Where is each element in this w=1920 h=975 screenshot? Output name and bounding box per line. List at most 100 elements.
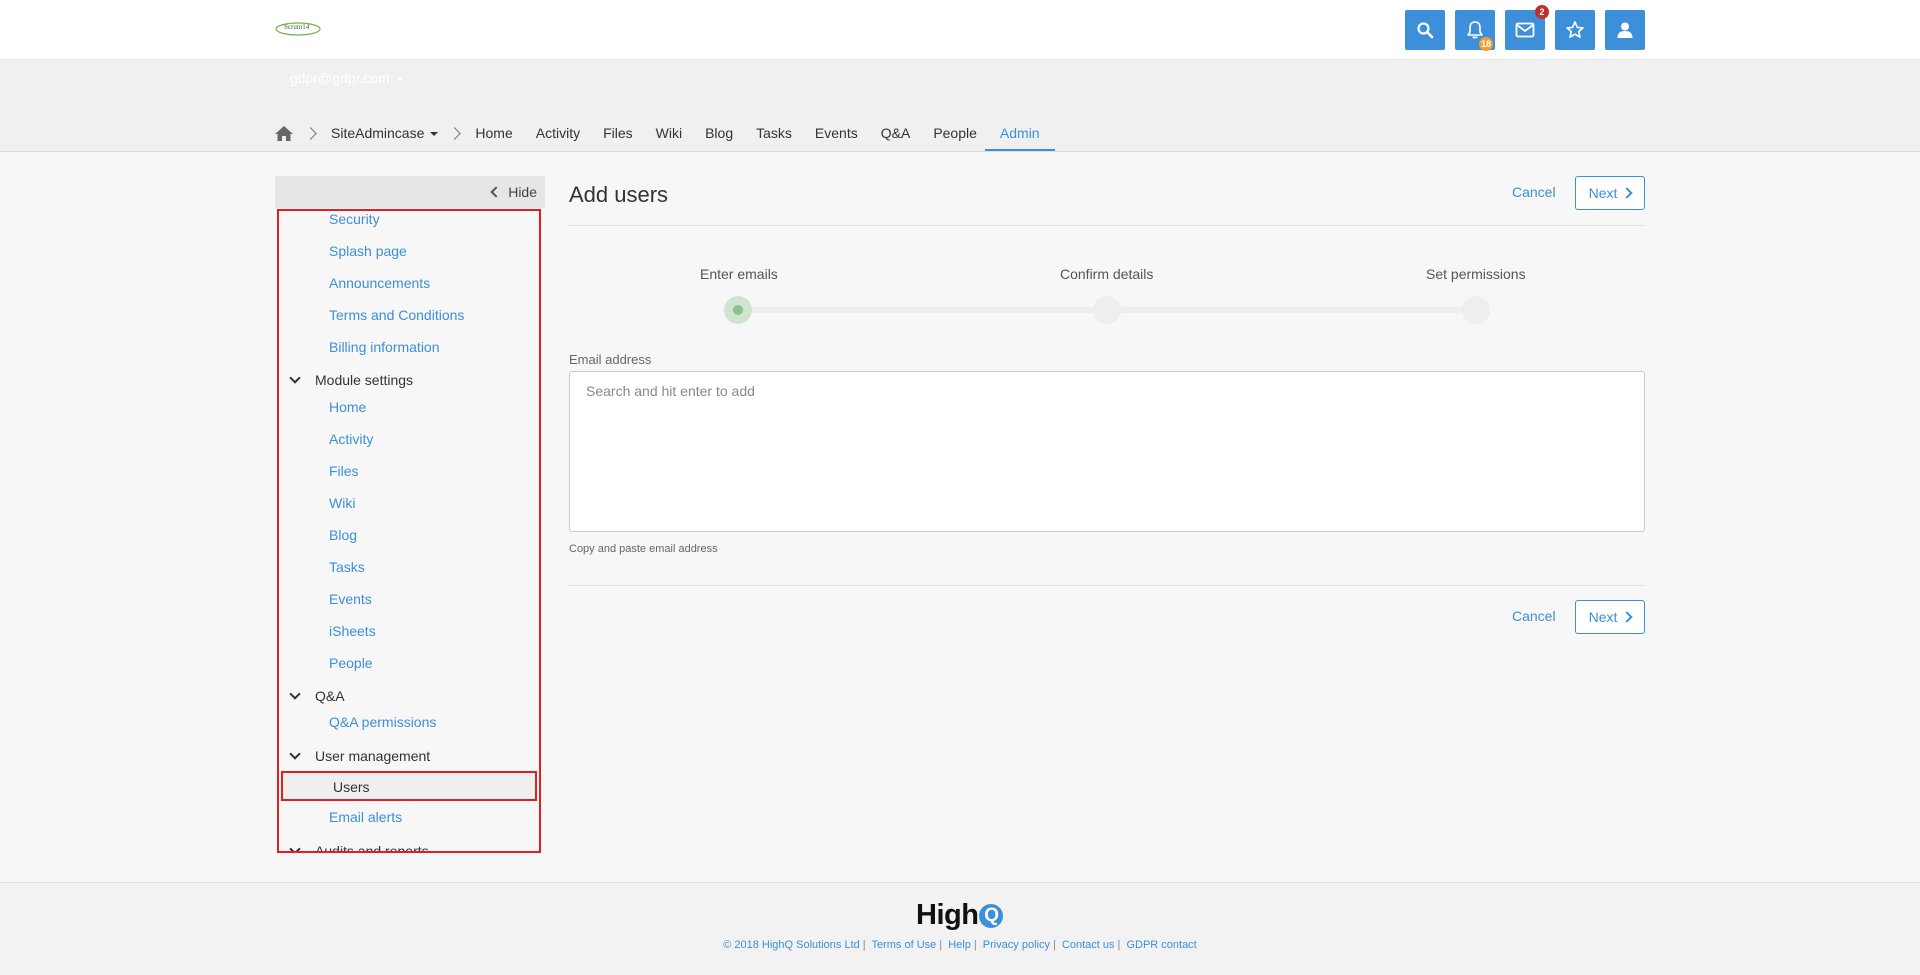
- sidebar-item-terms[interactable]: Terms and Conditions: [329, 307, 464, 323]
- user-email: gdpr@gdpr.com: [290, 70, 390, 86]
- sidebar-item-activity[interactable]: Activity: [329, 431, 373, 447]
- tab-tasks[interactable]: Tasks: [756, 115, 792, 151]
- site-selector[interactable]: SiteAdmincase: [331, 115, 439, 151]
- sidebar-item-billing[interactable]: Billing information: [329, 339, 440, 355]
- terms-link[interactable]: Terms of Use: [871, 939, 936, 951]
- top-bar: Scrum14 18 2: [0, 0, 1920, 60]
- hide-label: Hide: [508, 184, 537, 200]
- step-indicator: [1093, 296, 1121, 324]
- favorites-button[interactable]: [1555, 10, 1595, 50]
- logo-brand: High: [916, 899, 979, 931]
- site-logo[interactable]: Scrum14: [274, 20, 322, 37]
- user-icon: [1617, 22, 1633, 38]
- profile-button[interactable]: [1605, 10, 1645, 50]
- sidebar-item-home[interactable]: Home: [329, 399, 366, 415]
- email-field[interactable]: [569, 371, 1645, 532]
- tab-blog[interactable]: Blog: [705, 115, 733, 151]
- step-indicator-active: [724, 296, 752, 324]
- next-button-bottom[interactable]: Next: [1575, 600, 1645, 634]
- star-icon: [1566, 21, 1584, 39]
- tab-people[interactable]: People: [933, 115, 977, 151]
- sidebar-section-module-settings[interactable]: Module settings: [289, 372, 414, 388]
- user-menu[interactable]: gdpr@gdpr.com: [290, 70, 403, 86]
- notifications-button[interactable]: 18: [1455, 10, 1495, 51]
- step-label-confirm-details: Confirm details: [1060, 266, 1154, 282]
- privacy-link[interactable]: Privacy policy: [983, 939, 1050, 951]
- sidebar-item-label: Users: [333, 779, 370, 795]
- hide-sidebar-button[interactable]: Hide: [490, 184, 537, 200]
- site-name: SiteAdmincase: [331, 125, 425, 141]
- sidebar-item-tasks[interactable]: Tasks: [329, 559, 365, 575]
- sidebar-item-blog[interactable]: Blog: [329, 527, 357, 543]
- sidebar-item-events[interactable]: Events: [329, 591, 372, 607]
- page-title: Add users: [569, 182, 669, 207]
- sidebar-section-qa[interactable]: Q&A: [289, 688, 345, 704]
- section-label: Q&A: [315, 688, 345, 704]
- section-label: User management: [315, 748, 431, 764]
- tab-activity[interactable]: Activity: [536, 115, 580, 151]
- search-button[interactable]: [1405, 10, 1445, 50]
- user-menu-caret-icon: [396, 77, 403, 81]
- sidebar-item-announcements[interactable]: Announcements: [329, 275, 430, 291]
- home-icon[interactable]: [274, 125, 294, 142]
- email-field-label: Email address: [569, 352, 652, 367]
- separator: |: [939, 939, 943, 951]
- breadcrumb-nav: SiteAdmincase Home Activity Files Wiki B…: [274, 115, 1078, 151]
- sidebar-item-users[interactable]: Users: [281, 771, 537, 801]
- logo-text: Scrum14: [284, 23, 310, 31]
- site-navigation: gdpr@gdpr.com SiteAdmincase Home Activit…: [0, 60, 1920, 152]
- email-helper-text: Copy and paste email address: [569, 543, 718, 555]
- next-label: Next: [1588, 609, 1618, 625]
- footer-links: © 2018 HighQ Solutions Ltd | Terms of Use…: [0, 939, 1920, 951]
- tab-wiki[interactable]: Wiki: [656, 115, 682, 151]
- messages-badge: 2: [1535, 5, 1549, 19]
- caret-down-icon: [430, 132, 439, 137]
- step-indicator: [1462, 296, 1490, 324]
- copyright-text: © 2018 HighQ Solutions Ltd: [723, 939, 860, 951]
- separator: |: [862, 939, 866, 951]
- breadcrumb-separator-icon: [448, 126, 462, 140]
- sidebar-item-isheets[interactable]: iSheets: [329, 623, 376, 639]
- tab-events[interactable]: Events: [815, 115, 858, 151]
- sidebar-item-qa-permissions[interactable]: Q&A permissions: [329, 714, 436, 730]
- search-icon: [1417, 22, 1434, 39]
- tab-qa[interactable]: Q&A: [881, 115, 911, 151]
- messages-button[interactable]: 2: [1505, 5, 1549, 50]
- email-search-input[interactable]: [584, 382, 1488, 400]
- chevron-down-icon: [289, 748, 301, 760]
- sidebar-item-security[interactable]: Security: [329, 211, 380, 227]
- logo-q: Q: [979, 903, 1004, 928]
- section-label: Module settings: [315, 372, 414, 388]
- divider: [569, 585, 1645, 586]
- envelope-icon: [1515, 22, 1535, 38]
- cancel-button-bottom[interactable]: Cancel: [1512, 608, 1556, 624]
- sidebar-item-people[interactable]: People: [329, 655, 373, 671]
- contact-link[interactable]: Contact us: [1062, 939, 1115, 951]
- tab-admin[interactable]: Admin: [984, 115, 1055, 151]
- breadcrumb-separator-icon: [304, 126, 317, 140]
- sidebar-item-email-alerts[interactable]: Email alerts: [329, 809, 402, 825]
- gdpr-contact-link[interactable]: GDPR contact: [1126, 939, 1196, 951]
- sidebar-item-wiki[interactable]: Wiki: [329, 495, 355, 511]
- help-link[interactable]: Help: [948, 939, 971, 951]
- separator: |: [973, 939, 977, 951]
- separator: |: [1053, 939, 1056, 951]
- chevron-right-icon: [1621, 187, 1634, 199]
- cancel-button-top[interactable]: Cancel: [1512, 184, 1556, 200]
- sidebar-item-splash-page[interactable]: Splash page: [329, 243, 407, 259]
- sidebar-section-user-management[interactable]: User management: [289, 748, 431, 764]
- tab-home[interactable]: Home: [475, 115, 512, 151]
- section-label: Audits and reports: [315, 843, 429, 853]
- chevron-left-icon: [490, 186, 502, 198]
- sidebar-section-audits[interactable]: Audits and reports: [289, 843, 429, 853]
- next-button-top[interactable]: Next: [1575, 176, 1645, 210]
- admin-sidebar: Security Splash page Announcements Terms…: [277, 209, 541, 853]
- tab-files[interactable]: Files: [603, 115, 633, 151]
- next-label: Next: [1588, 185, 1618, 201]
- chevron-down-icon: [289, 372, 301, 384]
- divider: [569, 225, 1645, 226]
- sidebar-header: Hide: [275, 176, 545, 208]
- footer: High Q © 2018 HighQ Solutions Ltd | Terms …: [0, 882, 1920, 975]
- step-label-enter-emails: Enter emails: [700, 266, 778, 282]
- sidebar-item-files[interactable]: Files: [329, 463, 359, 479]
